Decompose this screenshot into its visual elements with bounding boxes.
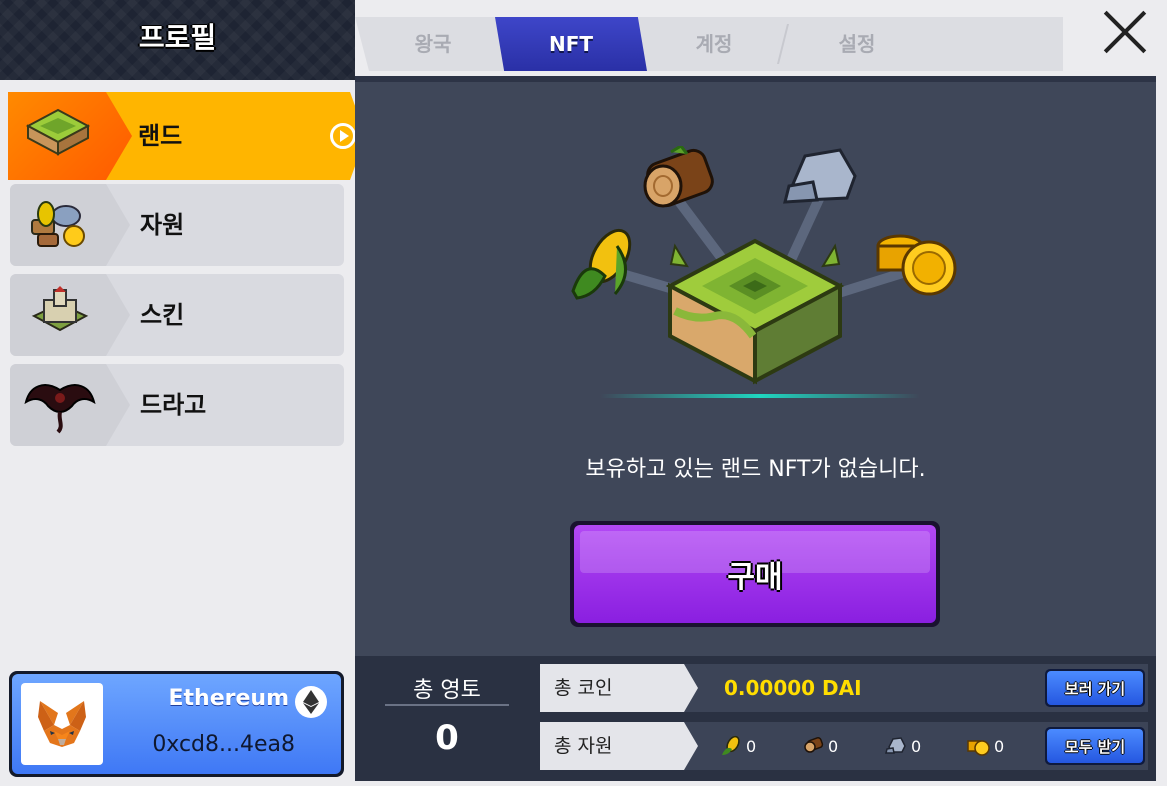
stone-icon bbox=[885, 737, 906, 754]
wood-icon bbox=[804, 737, 824, 753]
menu-item-resources[interactable]: 자원 bbox=[10, 184, 344, 266]
resource-corn: 0 bbox=[720, 734, 756, 758]
gold-icon bbox=[967, 740, 990, 756]
total-coin-label: 총 코인 bbox=[540, 664, 698, 712]
land-icon bbox=[25, 108, 91, 156]
metamask-fox-icon bbox=[38, 701, 86, 747]
menu-label: 스킨 bbox=[140, 301, 185, 329]
wallet-chain-name: Ethereum bbox=[168, 686, 289, 711]
tab-bar: 왕국 NFT 계정 설정 bbox=[355, 0, 1167, 76]
gold-coins-icon bbox=[876, 234, 957, 296]
wood-log-icon bbox=[643, 146, 714, 208]
ethereum-icon bbox=[295, 686, 327, 718]
summary-bar: 총 영토 0 총 코인 0.00000 DAI 보러 가기 총 자원 0 0 0… bbox=[355, 656, 1156, 781]
menu-item-land[interactable]: 랜드 bbox=[8, 92, 366, 180]
profile-sidebar: 프로필 랜드 자원 스킨 드라고 Ethereum 0xcd8...4ea8 bbox=[0, 0, 366, 786]
resource-corn-value: 0 bbox=[746, 736, 757, 756]
corn-icon bbox=[571, 228, 632, 300]
buy-button-label: 구매 bbox=[727, 560, 783, 595]
total-coin-value: 0.00000 DAI bbox=[724, 676, 862, 700]
buy-button-face: 구매 bbox=[574, 525, 936, 623]
tab-nft[interactable]: NFT bbox=[495, 17, 647, 71]
resources-icon bbox=[31, 201, 85, 247]
territory-divider bbox=[385, 704, 509, 706]
total-resource-label: 총 자원 bbox=[540, 722, 698, 770]
nft-main-panel: 보유하고 있는 랜드 NFT가 없습니다. 구매 bbox=[355, 76, 1156, 656]
wallet-address: 0xcd8...4ea8 bbox=[152, 732, 295, 757]
right-edge bbox=[1156, 76, 1167, 786]
profile-header: 프로필 bbox=[0, 0, 355, 80]
stone-icon bbox=[783, 148, 857, 204]
empty-land-message: 보유하고 있는 랜드 NFT가 없습니다. bbox=[585, 457, 926, 482]
total-territory-label: 총 영토 bbox=[413, 678, 481, 703]
claim-all-button[interactable]: 모두 받기 bbox=[1045, 727, 1145, 765]
resource-gold: 0 bbox=[966, 734, 1004, 758]
view-coin-button[interactable]: 보러 가기 bbox=[1045, 669, 1145, 707]
menu-item-skin[interactable]: 스킨 bbox=[10, 274, 344, 356]
fox-box bbox=[21, 683, 103, 765]
menu-label: 드라고 bbox=[140, 391, 207, 419]
panel-top-line bbox=[355, 76, 1156, 82]
land-cube-icon bbox=[665, 238, 845, 385]
tab-account[interactable]: 계정 bbox=[647, 17, 781, 71]
resource-gold-value: 0 bbox=[994, 736, 1005, 756]
total-coin-row: 총 코인 0.00000 DAI 보러 가기 bbox=[540, 664, 1148, 712]
menu-label: 자원 bbox=[140, 211, 185, 239]
corn-icon bbox=[722, 735, 740, 755]
menu-item-drago[interactable]: 드라고 bbox=[10, 364, 344, 446]
total-resource-row: 총 자원 0 0 0 0 모두 받기 bbox=[540, 722, 1148, 770]
glow-divider bbox=[600, 394, 920, 398]
tab-settings[interactable]: 설정 bbox=[787, 17, 927, 71]
play-circle-icon bbox=[330, 123, 356, 149]
land-resources-illustration bbox=[571, 146, 957, 385]
wallet-card[interactable]: Ethereum 0xcd8...4ea8 bbox=[9, 671, 344, 777]
wallet-inner: Ethereum 0xcd8...4ea8 bbox=[12, 674, 341, 774]
resource-wood-value: 0 bbox=[828, 736, 839, 756]
tab-kingdom[interactable]: 왕국 bbox=[370, 17, 496, 71]
profile-title: 프로필 bbox=[138, 21, 217, 54]
buy-button[interactable]: 구매 bbox=[570, 521, 940, 627]
resource-stone-value: 0 bbox=[911, 736, 922, 756]
resource-stone: 0 bbox=[885, 734, 921, 758]
view-coin-button-label: 보러 가기 bbox=[1047, 671, 1143, 705]
dragon-icon bbox=[24, 384, 96, 434]
menu-label: 랜드 bbox=[138, 122, 183, 150]
castle-skin-icon bbox=[31, 286, 89, 332]
resource-wood: 0 bbox=[802, 734, 838, 758]
total-territory-value: 0 bbox=[435, 718, 459, 758]
close-icon[interactable] bbox=[1101, 8, 1149, 56]
claim-all-button-label: 모두 받기 bbox=[1047, 729, 1143, 763]
